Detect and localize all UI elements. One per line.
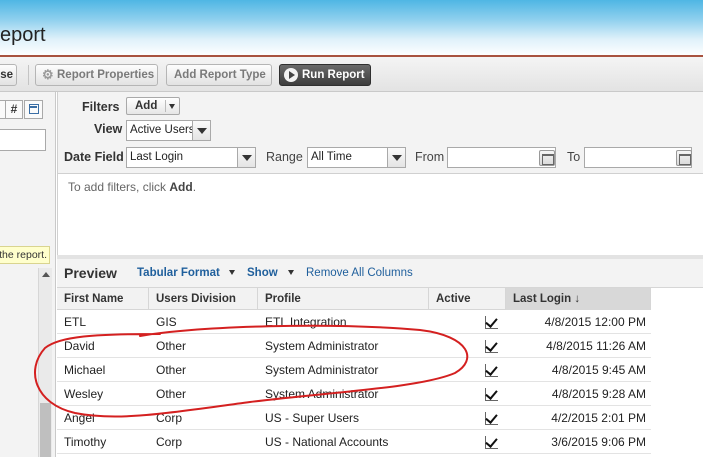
column-header-users-division[interactable]: Users Division (149, 288, 258, 310)
cell-last-login: 4/2/2015 2:01 PM (551, 411, 646, 425)
field-search-input[interactable] (0, 129, 46, 151)
table-header: First Name Users Division Profile Active… (57, 288, 651, 310)
column-header-last-login[interactable]: Last Login ↓ (506, 288, 651, 310)
cell-division: Corp (156, 435, 183, 449)
filter-hint: To add filters, click Add. (68, 180, 196, 194)
cell-first-name: Angel (64, 411, 95, 425)
grid-blank-area (651, 288, 703, 457)
calendar-icon (29, 104, 39, 114)
cell-profile: ETL Integration (265, 315, 347, 329)
cell-last-login: 4/8/2015 12:00 PM (544, 315, 646, 329)
cell-first-name: ETL (64, 315, 87, 329)
cell-last-login: 3/6/2015 9:06 PM (551, 435, 646, 449)
date-field-value: Last Login (130, 151, 184, 163)
chevron-down-icon (169, 104, 175, 109)
tooltip: the report. (0, 246, 50, 264)
cell-first-name: Michael (64, 363, 106, 377)
preview-toolbar: Preview Tabular Format Show Remove All C… (57, 255, 703, 288)
table-row[interactable]: Wesley Other System Administrator 4/8/2015 … (57, 382, 651, 406)
scroll-up-icon[interactable] (42, 272, 50, 277)
active-checkmark-icon (485, 340, 498, 353)
view-select[interactable]: Active Users (126, 120, 211, 141)
add-filter-label: Add (135, 100, 158, 112)
chevron-down-icon[interactable] (229, 270, 235, 275)
gear-icon: ⚙ (42, 67, 54, 82)
cell-last-login: 4/8/2015 9:45 AM (551, 363, 646, 377)
cell-division: Corp (156, 411, 183, 425)
filter-hint-add: Add (169, 180, 193, 194)
cell-first-name: Wesley (64, 387, 104, 401)
filters-toolbar: Filters Add View Active Users Date Field… (57, 92, 703, 174)
panel-divider (57, 92, 58, 255)
page-title: eport (0, 24, 46, 46)
active-checkmark-icon (485, 316, 498, 329)
cell-profile: System Administrator (265, 363, 379, 377)
view-select-value: Active Users (130, 124, 195, 136)
header-banner (0, 0, 703, 56)
date-field-button[interactable] (24, 100, 43, 119)
chevron-down-icon[interactable] (288, 270, 294, 275)
active-checkmark-icon (485, 388, 498, 401)
close-button[interactable]: se (0, 64, 17, 86)
add-report-type-button[interactable]: Add Report Type (166, 64, 272, 86)
cell-division: Other (156, 363, 187, 377)
report-properties-button[interactable]: ⚙ Report Properties (35, 64, 158, 86)
table-row[interactable]: Timothy Corp US - National Accounts 3/6/201… (57, 430, 651, 454)
filter-hint-period: . (192, 180, 197, 194)
numeric-field-button[interactable]: # (5, 100, 23, 119)
play-icon (284, 68, 298, 82)
from-label: From (415, 150, 445, 164)
calendar-icon[interactable] (539, 150, 555, 166)
format-dropdown[interactable]: Tabular Format (137, 267, 220, 279)
chevron-down-icon (237, 148, 255, 167)
preview-title: Preview (64, 265, 117, 281)
table-row[interactable]: David Other System Administrator 4/8/2015 1… (57, 334, 651, 358)
toolbar-divider (28, 65, 29, 85)
range-select[interactable]: All Time (307, 147, 406, 168)
active-checkmark-icon (485, 436, 498, 449)
column-header-active[interactable]: Active (429, 288, 506, 310)
field-panel-scrollbar[interactable] (38, 268, 52, 457)
cell-division: GIS (156, 315, 177, 329)
cell-division: Other (156, 387, 187, 401)
cell-profile: System Administrator (265, 339, 379, 353)
active-checkmark-icon (485, 412, 498, 425)
filters-label: Filters (82, 100, 120, 114)
calendar-icon[interactable] (676, 150, 692, 166)
table-row[interactable]: Michael Other System Administrator 4/8/2015… (57, 358, 651, 382)
run-report-label: Run Report (302, 69, 365, 81)
remove-all-columns-link[interactable]: Remove All Columns (306, 267, 413, 279)
cell-profile: US - National Accounts (265, 435, 389, 449)
cell-last-login: 4/8/2015 11:26 AM (546, 339, 646, 353)
range-value: All Time (311, 151, 352, 163)
view-label: View (94, 122, 123, 136)
cell-profile: System Administrator (265, 387, 379, 401)
chevron-down-icon (387, 148, 405, 167)
cell-last-login: 4/8/2015 9:28 AM (551, 387, 646, 401)
date-field-label: Date Field (64, 150, 124, 164)
column-header-profile[interactable]: Profile (258, 288, 429, 310)
to-label: To (567, 150, 581, 164)
cell-first-name: Timothy (64, 435, 107, 449)
cell-first-name: David (64, 339, 95, 353)
button-divider (165, 100, 166, 112)
table-row[interactable]: Angel Corp US - Super Users 4/2/2015 2:01 P… (57, 406, 651, 430)
report-toolbar: se ⚙ Report Properties Add Report Type R… (0, 57, 703, 92)
add-filter-button[interactable]: Add (126, 97, 180, 115)
column-header-first-name[interactable]: First Name (57, 288, 149, 310)
filter-hint-text: To add filters, click (68, 180, 170, 194)
cell-division: Other (156, 339, 187, 353)
active-checkmark-icon (485, 364, 498, 377)
chevron-down-icon (192, 121, 210, 140)
cell-profile: US - Super Users (265, 411, 360, 425)
field-panel: # the report. (0, 92, 56, 457)
report-properties-label: Report Properties (57, 69, 155, 81)
show-dropdown[interactable]: Show (247, 267, 278, 279)
table-row[interactable]: ETL GIS ETL Integration 4/8/2015 12:00 PM (57, 310, 651, 334)
range-label: Range (266, 150, 303, 164)
date-field-select[interactable]: Last Login (126, 147, 256, 168)
filters-section: Filters Add View Active Users Date Field… (57, 92, 703, 255)
scroll-thumb[interactable] (40, 403, 51, 457)
run-report-button[interactable]: Run Report (279, 64, 371, 86)
